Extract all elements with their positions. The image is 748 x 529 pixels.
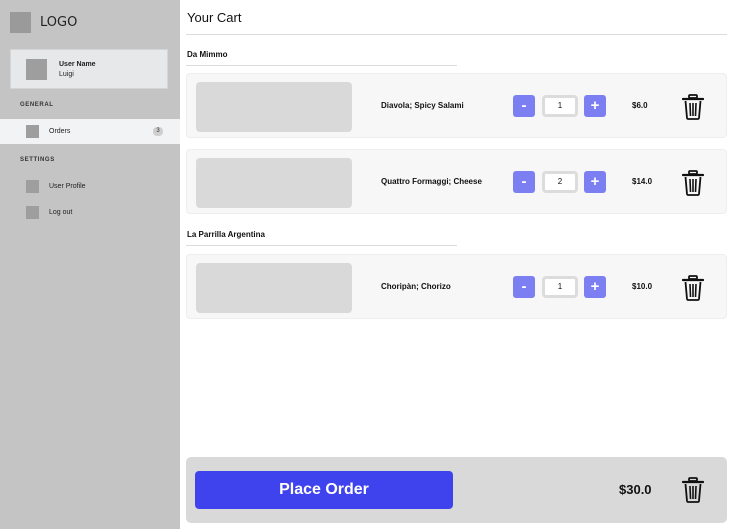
quantity-field[interactable]: 1: [542, 276, 578, 298]
restaurant-divider: [186, 245, 457, 246]
section-label-general: GENERAL: [20, 102, 54, 108]
trash-icon[interactable]: [682, 275, 704, 301]
sidebar: LOGO User Name Luigi GENERAL Orders 3 SE…: [0, 0, 180, 529]
section-label-settings: SETTINGS: [20, 157, 55, 163]
cart-total: $30.0: [619, 482, 652, 497]
increase-quantity-button[interactable]: +: [584, 95, 606, 117]
item-image: [196, 158, 352, 208]
item-name: Quattro Formaggi; Cheese: [381, 177, 482, 186]
increase-quantity-button[interactable]: +: [584, 276, 606, 298]
restaurant-name: La Parrilla Argentina: [187, 230, 265, 239]
quantity-field[interactable]: 1: [542, 95, 578, 117]
checkout-bar: Place Order $30.0: [186, 457, 727, 523]
item-name: Diavola; Spicy Salami: [381, 101, 464, 110]
log-out-icon: [26, 206, 39, 219]
decrease-quantity-button[interactable]: -: [513, 171, 535, 193]
user-title: User Name: [59, 60, 96, 68]
logo-text: LOGO: [40, 15, 78, 30]
logo[interactable]: LOGO: [10, 12, 77, 33]
trash-icon[interactable]: [682, 94, 704, 120]
orders-count-badge: 3: [153, 127, 163, 136]
cart-item: Choripàn; Chorizo - 1 + $10.0: [186, 254, 727, 319]
user-card[interactable]: User Name Luigi: [10, 49, 168, 89]
sidebar-item-label: Log out: [49, 209, 73, 216]
item-image: [196, 263, 352, 313]
decrease-quantity-button[interactable]: -: [513, 276, 535, 298]
increase-quantity-button[interactable]: +: [584, 171, 606, 193]
user-profile-icon: [26, 180, 39, 193]
trash-icon[interactable]: [682, 477, 704, 503]
avatar: [26, 58, 47, 80]
user-name: Luigi: [59, 70, 74, 78]
title-divider: [186, 34, 727, 35]
item-image: [196, 82, 352, 132]
cart-item: Diavola; Spicy Salami - 1 + $6.0: [186, 73, 727, 138]
restaurant-name: Da Mimmo: [187, 50, 228, 59]
orders-icon: [26, 125, 39, 138]
sidebar-item-log-out[interactable]: Log out: [0, 200, 180, 225]
sidebar-item-user-profile[interactable]: User Profile: [0, 174, 180, 199]
item-price: $6.0: [632, 101, 648, 110]
sidebar-item-label: Orders: [49, 128, 71, 135]
restaurant-divider: [186, 65, 457, 66]
place-order-button[interactable]: Place Order: [195, 471, 453, 509]
decrease-quantity-button[interactable]: -: [513, 95, 535, 117]
cart-item: Quattro Formaggi; Cheese - 2 + $14.0: [186, 149, 727, 214]
quantity-field[interactable]: 2: [542, 171, 578, 193]
trash-icon[interactable]: [682, 170, 704, 196]
page-title: Your Cart: [187, 10, 242, 25]
sidebar-item-label: User Profile: [49, 183, 86, 190]
main-content: Your Cart Da Mimmo Diavola; Spicy Salami…: [180, 0, 748, 529]
item-price: $14.0: [632, 177, 653, 186]
logo-icon: [10, 12, 31, 33]
item-price: $10.0: [632, 282, 653, 291]
item-name: Choripàn; Chorizo: [381, 282, 451, 291]
sidebar-item-orders[interactable]: Orders 3: [0, 119, 180, 144]
